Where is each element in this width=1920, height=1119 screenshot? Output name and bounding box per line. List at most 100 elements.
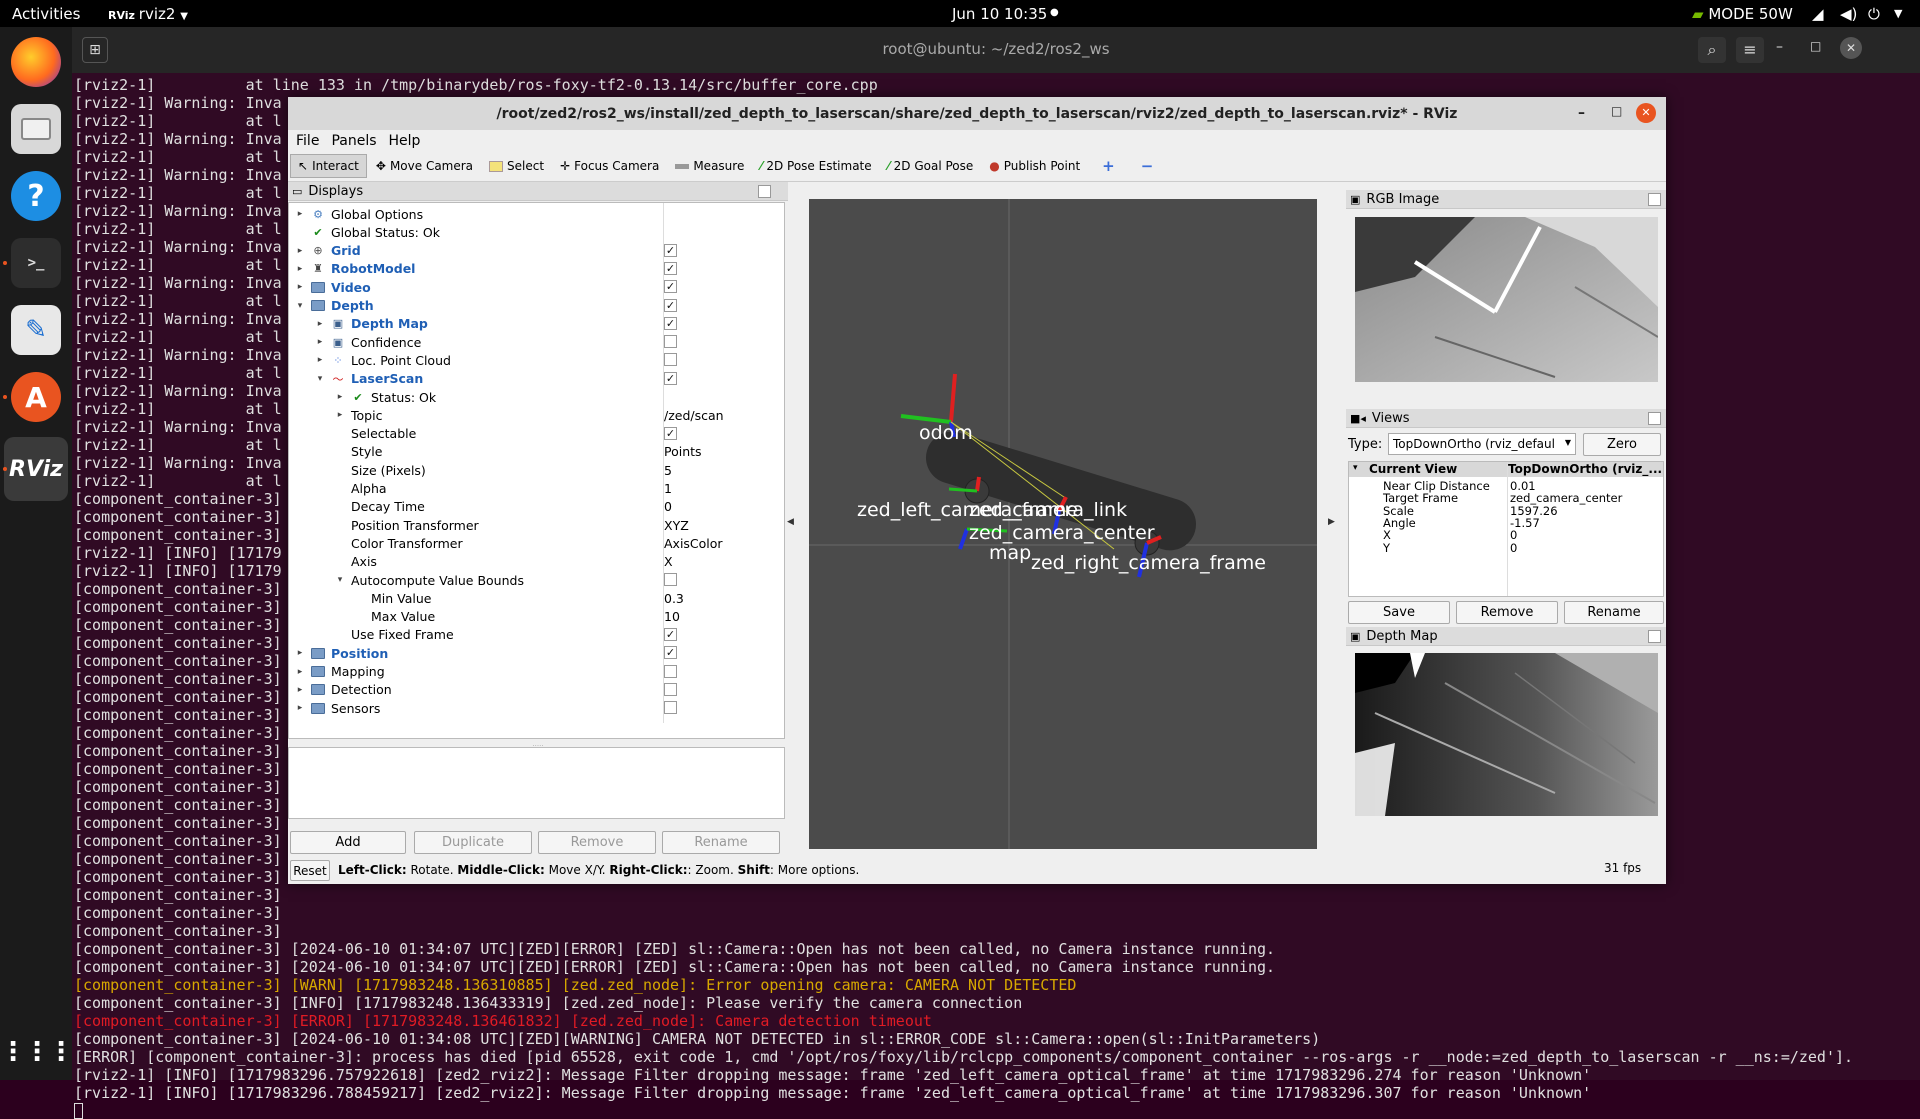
display-row[interactable]: ▾ 〜 LaserScan ✓ [289,370,784,388]
add-tool-icon[interactable]: + [1095,153,1122,179]
display-row[interactable]: Position Transformer XYZ [289,516,784,534]
rviz-icon[interactable]: RViz [4,437,68,501]
expand-arrow-icon[interactable]: ▸ [295,667,305,677]
minimize-icon[interactable]: – [1578,105,1585,121]
tool-2d-goal-pose[interactable]: ⁄ 2D Goal Pose [881,155,981,177]
display-row[interactable]: Style Points [289,443,784,461]
maximize-icon[interactable]: □ [1810,39,1821,53]
display-row[interactable]: ▸ Topic/zed/scan [289,406,784,424]
tool-measure[interactable]: Measure [668,155,751,177]
tool-move-camera[interactable]: ✥ Move Camera [369,155,480,177]
menu-help[interactable]: Help [383,133,427,149]
activities-button[interactable]: Activities [12,5,80,23]
collapse-left-icon[interactable]: ◀ [787,517,794,527]
files-icon[interactable] [11,104,61,154]
display-row[interactable]: Use Fixed Frame ✓ [289,626,784,644]
add-button[interactable]: Add [290,831,406,854]
display-row[interactable]: ▸ Detection [289,681,784,699]
save-view-button[interactable]: Save [1348,601,1450,624]
expand-arrow-icon[interactable]: ▸ [315,319,325,329]
tool-interact[interactable]: ↖ Interact [290,154,367,178]
display-checkbox[interactable]: ✓ [664,627,677,641]
expand-arrow-icon[interactable]: ▸ [295,703,305,713]
displays-tree[interactable]: ▸ ⚙ Global Options ✔ Global Status: Ok ▸ ⊕ Grid… [288,202,785,739]
rename-view-button[interactable]: Rename [1564,601,1664,624]
display-row[interactable]: ▸ ▣ Confidence [289,333,784,351]
display-checkbox[interactable]: ✓ [664,316,677,330]
display-row[interactable]: ▸ ⚙ Global Options [289,205,784,223]
display-row[interactable]: Min Value 0.3 [289,589,784,607]
panel-undock-icon[interactable] [1648,630,1661,643]
remove-button[interactable]: Remove [538,831,656,854]
display-checkbox[interactable] [664,335,677,349]
hamburger-menu-icon[interactable]: ≡ [1736,37,1764,63]
remove-view-button[interactable]: Remove [1456,601,1558,624]
remove-tool-icon[interactable]: − [1134,153,1161,179]
display-row[interactable]: Axis X [289,553,784,571]
display-value[interactable]: 10 [664,609,680,624]
display-checkbox[interactable]: ✓ [664,646,677,660]
app-menu[interactable]: RViz rviz2 ▼ [108,5,188,23]
current-view-row[interactable]: ▾ Current View TopDownOrtho (rviz_... [1349,462,1663,477]
display-row[interactable]: ▸ Sensors [289,699,784,717]
firefox-icon[interactable] [11,37,61,87]
display-row[interactable]: ✔ Global Status: Ok [289,223,784,241]
display-row[interactable]: Color Transformer AxisColor [289,534,784,552]
view-prop-value[interactable]: 0 [1510,541,1517,555]
splitter-handle[interactable]: ····· [288,742,788,750]
volume-icon[interactable]: ◀) [1840,5,1857,23]
display-row[interactable]: ▸ ⁘ Loc. Point Cloud [289,351,784,369]
panel-undock-icon[interactable] [758,185,771,198]
display-checkbox[interactable] [664,353,677,367]
display-row[interactable]: ▸ ✔ Status: Ok [289,388,784,406]
menu-panels[interactable]: Panels [325,133,382,149]
display-checkbox[interactable]: ✓ [664,426,677,440]
rviz-window[interactable]: /root/zed2/ros2_ws/install/zed_depth_to_… [288,97,1666,884]
expand-arrow-icon[interactable]: ▸ [335,392,345,402]
expand-arrow-icon[interactable]: ▸ [335,410,345,420]
display-value[interactable]: Points [664,444,702,459]
display-row[interactable]: Size (Pixels) 5 [289,461,784,479]
display-row[interactable]: ▸ Position ✓ [289,644,784,662]
system-menu-chevron-icon[interactable]: ▼ [1894,7,1902,20]
minimize-icon[interactable]: – [1776,39,1783,55]
expand-arrow-icon[interactable]: ▸ [295,282,305,292]
power-icon[interactable]: ⏻ [1868,5,1880,23]
views-tree[interactable]: ▾ Current View TopDownOrtho (rviz_... Ne… [1348,461,1664,597]
display-checkbox[interactable]: ✓ [664,243,677,257]
menu-file[interactable]: File [290,133,325,149]
reset-button[interactable]: Reset [290,860,330,881]
close-icon[interactable]: ✕ [1636,103,1656,123]
display-row[interactable]: ▸ Video ✓ [289,278,784,296]
text-editor-icon[interactable]: ✎ [11,305,61,355]
display-checkbox[interactable] [664,701,677,715]
expand-arrow-icon[interactable]: ▸ [315,337,325,347]
expand-arrow-icon[interactable]: ▸ [295,264,305,274]
power-mode[interactable]: ▰ MODE 50W [1692,5,1793,23]
collapse-arrow-icon[interactable]: ▾ [315,374,325,384]
3d-view[interactable]: odom zed_left_camera_frame zed_camera_li… [809,199,1317,849]
display-value[interactable]: 0.3 [664,591,684,606]
expand-arrow-icon[interactable]: ▸ [295,648,305,658]
search-icon[interactable]: ⌕ [1698,37,1726,63]
display-row[interactable]: ▾ Autocompute Value Bounds [289,571,784,589]
display-checkbox[interactable] [664,664,677,678]
display-checkbox[interactable] [664,573,677,586]
terminal-icon[interactable]: >_ [11,238,61,288]
help-icon[interactable]: ? [11,171,61,221]
display-value[interactable]: 5 [664,463,672,478]
view-type-select[interactable]: TopDownOrtho (rviz_defaul ▼ [1388,433,1576,455]
expand-arrow-icon[interactable]: ▸ [295,246,305,256]
wifi-icon[interactable]: ◢ [1812,5,1824,23]
display-value[interactable]: XYZ [664,518,689,533]
panel-undock-icon[interactable] [1648,412,1661,425]
collapse-right-icon[interactable]: ▶ [1328,517,1335,527]
software-icon[interactable]: A [11,372,61,422]
collapse-arrow-icon[interactable]: ▾ [295,301,305,311]
tool-select[interactable]: Select [482,155,551,177]
display-checkbox[interactable]: ✓ [664,261,677,275]
display-checkbox[interactable]: ✓ [664,371,677,385]
expand-arrow-icon[interactable]: ▸ [315,355,325,365]
expand-arrow-icon[interactable]: ▸ [295,209,305,219]
panel-undock-icon[interactable] [1648,193,1661,206]
